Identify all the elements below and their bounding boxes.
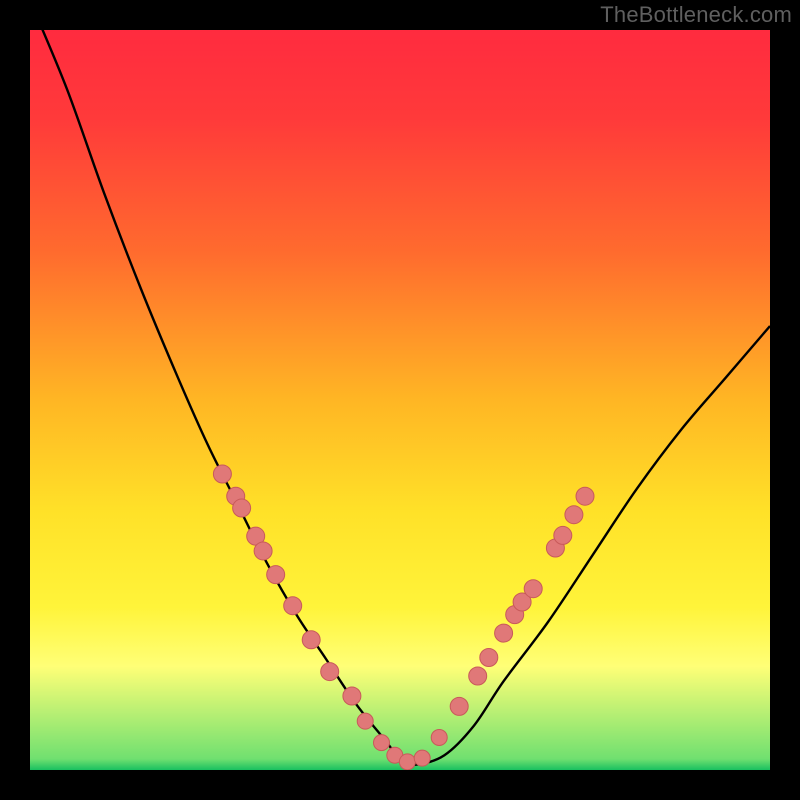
curve-marker [469, 667, 487, 685]
watermark-text: TheBottleneck.com [600, 2, 792, 28]
curve-marker [213, 465, 231, 483]
curve-marker [233, 499, 251, 517]
curve-marker [554, 526, 572, 544]
curve-marker [565, 506, 583, 524]
curve-marker [267, 566, 285, 584]
curve-marker [374, 735, 390, 751]
curve-marker [321, 663, 339, 681]
curve-marker [450, 697, 468, 715]
curve-marker [495, 624, 513, 642]
curve-marker [480, 649, 498, 667]
curve-marker [254, 542, 272, 560]
curve-marker [524, 580, 542, 598]
curve-marker [343, 687, 361, 705]
plot-background-gradient [30, 30, 770, 770]
curve-marker [576, 487, 594, 505]
curve-marker [431, 729, 447, 745]
curve-marker [302, 631, 320, 649]
curve-marker [357, 713, 373, 729]
curve-marker [414, 750, 430, 766]
curve-marker [399, 754, 415, 770]
bottleneck-chart [0, 0, 800, 800]
curve-marker [284, 597, 302, 615]
